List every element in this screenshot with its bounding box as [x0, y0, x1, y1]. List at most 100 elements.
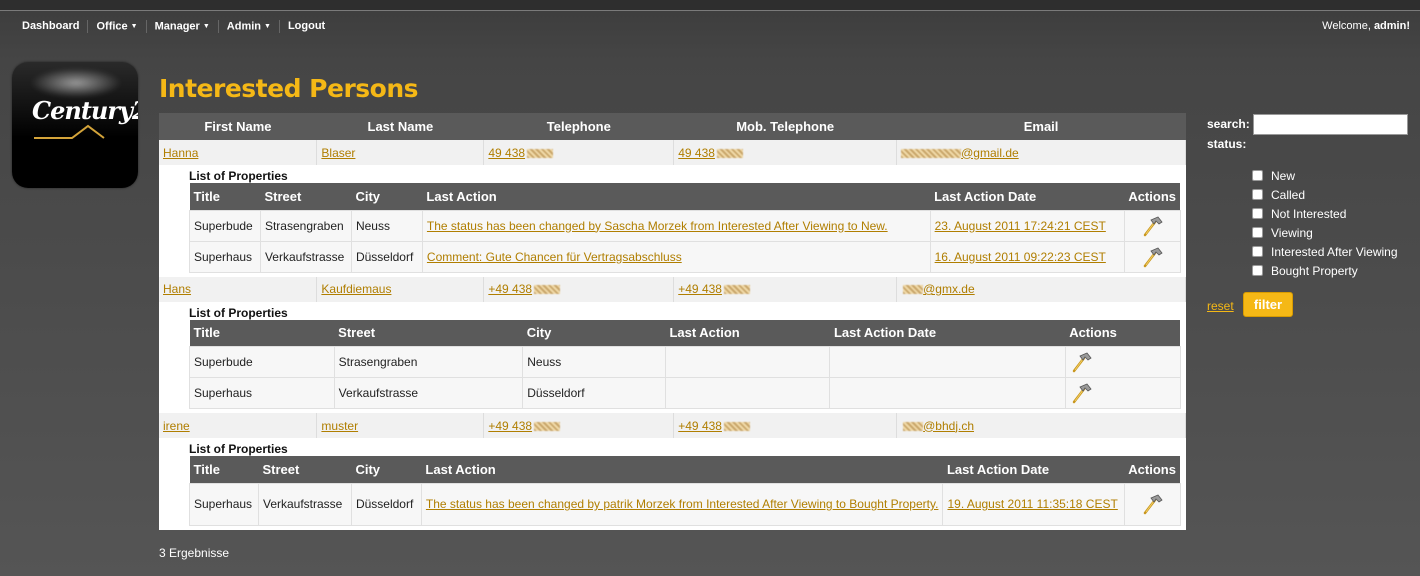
status-option-not-interested[interactable]: Not Interested	[1252, 204, 1420, 223]
property-row: Superhaus Verkaufstrasse Düsseldorf The …	[189, 482, 1181, 526]
checkbox[interactable]	[1252, 170, 1263, 181]
property-city: Neuss	[350, 209, 423, 242]
edit-hammer-icon[interactable]	[1141, 246, 1163, 268]
col-street: Street	[258, 456, 352, 483]
page-title: Interested Persons	[159, 74, 419, 103]
status-option-bought-property[interactable]: Bought Property	[1252, 261, 1420, 280]
edit-hammer-icon[interactable]	[1070, 351, 1092, 373]
checkbox[interactable]	[1252, 227, 1263, 238]
property-row: Superbude Strasengraben Neuss The status…	[189, 209, 1181, 242]
last-action-date-link[interactable]: 19. August 2011 11:35:18 CEST	[947, 497, 1117, 511]
redacted-email-user	[903, 421, 924, 431]
col-last-action: Last Action	[422, 183, 931, 210]
last-action-link[interactable]: The status has been changed by Sascha Mo…	[427, 219, 888, 233]
properties-header-row: Title Street City Last Action Last Actio…	[189, 183, 1180, 210]
nav-office[interactable]: Office ▼	[88, 20, 147, 34]
person-telephone-link[interactable]: +49 438	[488, 418, 561, 433]
property-title: Superbude	[189, 346, 335, 378]
status-option-called[interactable]: Called	[1252, 185, 1420, 204]
nav-manager[interactable]: Manager ▼	[147, 20, 219, 34]
col-last-action: Last Action	[665, 319, 830, 347]
last-action-link[interactable]: Comment: Gute Chancen für Vertragsabschl…	[427, 250, 682, 264]
person-first-name-link[interactable]: Hans	[163, 282, 191, 296]
col-telephone: Telephone	[483, 113, 674, 140]
last-action-date-link[interactable]: 16. August 2011 09:22:23 CEST	[935, 250, 1106, 264]
nav-label: Office	[96, 20, 128, 33]
nav-admin[interactable]: Admin ▼	[219, 20, 280, 34]
col-actions: Actions	[1124, 456, 1180, 483]
welcome-user: admin!	[1373, 20, 1410, 32]
property-street: Verkaufstrasse	[257, 482, 352, 526]
person-last-name-link[interactable]: Kaufdiemaus	[321, 282, 391, 296]
nav-dashboard[interactable]: Dashboard	[14, 20, 89, 34]
person-telephone-link[interactable]: +49 438	[488, 282, 561, 296]
person-email-link[interactable]: @bhdj.ch	[901, 419, 974, 433]
status-option-new[interactable]: New	[1252, 166, 1420, 185]
redacted-digits	[723, 285, 750, 295]
checkbox[interactable]	[1252, 208, 1263, 219]
col-city: City	[351, 456, 422, 483]
top-navbar: Dashboard Office ▼ Manager ▼ Admin ▼ Logout…	[0, 12, 1420, 42]
last-action-link[interactable]: The status has been changed by patrik Mo…	[426, 497, 939, 511]
property-street: Verkaufstrasse	[259, 240, 352, 273]
status-checkbox-list: New Called Not Interested Viewing Intere…	[1252, 166, 1420, 280]
house-roof-icon	[34, 124, 105, 139]
status-option-interested-after-viewing[interactable]: Interested After Viewing	[1252, 242, 1420, 261]
person-last-name-link[interactable]: muster	[321, 419, 358, 433]
person-first-name-link[interactable]: irene	[163, 419, 190, 433]
checkbox[interactable]	[1252, 246, 1263, 257]
status-option-viewing[interactable]: Viewing	[1252, 223, 1420, 242]
status-label-text: Viewing	[1271, 225, 1313, 240]
person-telephone-link[interactable]: 49 438	[488, 145, 554, 160]
person-first-name-link[interactable]: Hanna	[163, 146, 198, 160]
edit-hammer-icon[interactable]	[1141, 493, 1163, 515]
properties-header-row: Title Street City Last Action Last Actio…	[189, 319, 1180, 347]
col-street: Street	[334, 319, 523, 347]
nav-label: Dashboard	[22, 20, 80, 33]
properties-table: Title Street City Last Action Last Actio…	[189, 183, 1181, 273]
properties-table: Title Street City Last Action Last Actio…	[189, 319, 1181, 409]
status-label-text: Bought Property	[1271, 263, 1358, 278]
reset-link[interactable]: reset	[1207, 299, 1234, 313]
person-email-link[interactable]: @gmail.de	[901, 146, 1019, 160]
filter-button[interactable]: filter	[1243, 292, 1293, 317]
caret-down-icon: ▼	[264, 23, 271, 30]
last-action-date-link[interactable]: 23. August 2011 17:24:21 CEST	[935, 219, 1106, 233]
status-label-text: New	[1271, 168, 1296, 183]
person-last-name-link[interactable]: Blaser	[321, 146, 355, 160]
nav-label: Logout	[287, 20, 326, 33]
last-action-date-cell	[829, 346, 1066, 378]
property-city: Neuss	[522, 346, 666, 378]
properties-header-row: Title Street City Last Action Last Actio…	[189, 456, 1180, 483]
results-count: 3 Ergebnisse	[159, 546, 230, 560]
telephone-text: +49 438	[488, 418, 533, 433]
nav-label: Manager	[154, 20, 200, 33]
edit-hammer-icon[interactable]	[1141, 215, 1163, 237]
status-label-text: Not Interested	[1271, 206, 1347, 221]
person-row: Hanna Blaser 49 438 49 438 @gmail.de	[159, 140, 1186, 165]
property-title: Superbude	[189, 209, 261, 242]
property-city: Düsseldorf	[350, 240, 423, 273]
checkbox[interactable]	[1252, 265, 1263, 276]
person-mobile-link[interactable]: +49 438	[678, 419, 750, 433]
redacted-digits	[534, 285, 561, 295]
col-mob-telephone: Mob. Telephone	[673, 113, 897, 140]
property-row: Superhaus Verkaufstrasse Düsseldorf	[189, 377, 1181, 409]
person-mobile-link[interactable]: +49 438	[678, 282, 750, 296]
person-email-link[interactable]: @gmx.de	[901, 282, 975, 296]
nav-logout[interactable]: Logout	[280, 20, 333, 33]
email-suffix: @gmail.de	[961, 145, 1019, 160]
edit-hammer-icon[interactable]	[1070, 382, 1092, 404]
property-street: Verkaufstrasse	[333, 377, 524, 409]
telephone-text: 49 438	[488, 145, 526, 160]
redacted-digits	[534, 421, 561, 431]
redacted-digits	[527, 148, 554, 158]
property-title: Superhaus	[189, 482, 259, 526]
mobile-text: 49 438	[678, 145, 715, 160]
search-input[interactable]	[1253, 114, 1408, 135]
property-title: Superhaus	[189, 240, 261, 273]
person-mobile-link[interactable]: 49 438	[678, 146, 743, 160]
checkbox[interactable]	[1252, 189, 1263, 200]
col-first-name: First Name	[159, 113, 317, 140]
persons-panel: First Name Last Name Telephone Mob. Tele…	[159, 113, 1186, 530]
